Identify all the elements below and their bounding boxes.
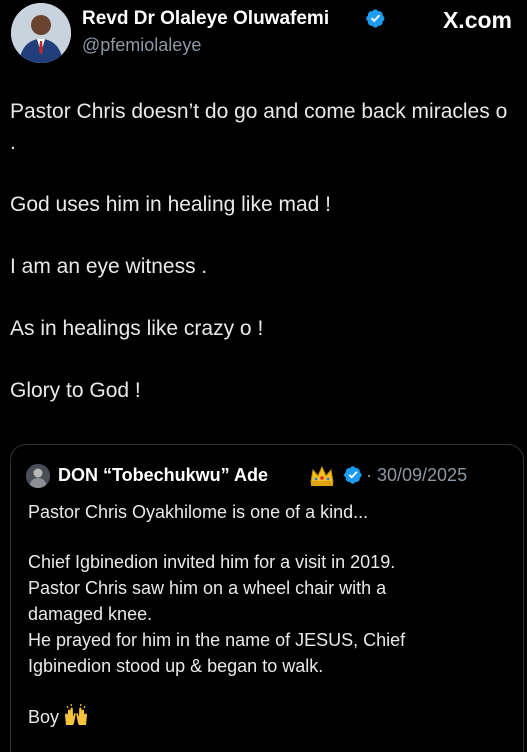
quoted-line: damaged knee. xyxy=(28,604,153,624)
quoted-paragraph: Boy xyxy=(28,703,508,730)
tweet-header: Revd Dr Olaleye Oluwafemi @pfemiolaleye … xyxy=(11,3,516,65)
quoted-tweet-date[interactable]: · 30/09/2025 xyxy=(366,465,467,486)
quoted-author-avatar[interactable] xyxy=(26,464,50,488)
tweet-paragraph: Glory to God ! xyxy=(10,379,141,402)
quoted-paragraph: Pastor Chris Oyakhilome is one of a kind… xyxy=(28,499,508,525)
quoted-line: Pastor Chris saw him on a wheel chair wi… xyxy=(28,578,387,598)
quoted-line: Boy xyxy=(28,707,60,727)
quoted-line: Chief Igbinedion invited him for a visit… xyxy=(28,552,396,572)
author-name[interactable]: Revd Dr Olaleye Oluwafemi xyxy=(82,8,329,30)
quoted-tweet-body: Pastor Chris Oyakhilome is one of a kind… xyxy=(28,499,508,752)
raising-hands-emoji-icon xyxy=(65,703,88,725)
tweet-paragraph: God uses him in healing like mad ! xyxy=(10,193,331,216)
quoted-paragraph: Chief Igbinedion invited him for a visit… xyxy=(28,549,508,679)
quoted-line: Igbinedion stood up & began to walk. xyxy=(28,656,324,676)
quoted-line: He prayed for him in the name of JESUS, … xyxy=(28,630,406,650)
author-handle[interactable]: @pfemiolaleye xyxy=(82,35,201,56)
profile-photo-avatar xyxy=(11,3,71,63)
tweet-paragraph: I am an eye witness . xyxy=(10,255,208,278)
verified-badge-icon xyxy=(366,9,385,28)
crown-emoji-icon xyxy=(310,465,334,486)
tweet-paragraph: As in healings like crazy o ! xyxy=(10,317,264,340)
verified-badge-icon xyxy=(344,466,362,484)
tweet-paragraph: Pastor Chris doesn’t do go and come back… xyxy=(10,100,508,154)
quoted-line: Pastor Chris Oyakhilome is one of a kind… xyxy=(28,502,369,522)
tweet-body: Pastor Chris doesn’t do go and come back… xyxy=(10,96,515,437)
author-avatar[interactable] xyxy=(11,3,71,63)
x-brand-label: X.com xyxy=(442,7,512,33)
quoted-author-name[interactable]: DON “Tobechukwu” Ade xyxy=(58,465,268,486)
quoted-avatar-icon xyxy=(26,464,50,488)
tweet-screenshot: Revd Dr Olaleye Oluwafemi @pfemiolaleye … xyxy=(0,0,527,752)
quoted-tweet-card[interactable]: DON “Tobechukwu” Ade · 30/09/2025 Pastor… xyxy=(10,444,524,752)
